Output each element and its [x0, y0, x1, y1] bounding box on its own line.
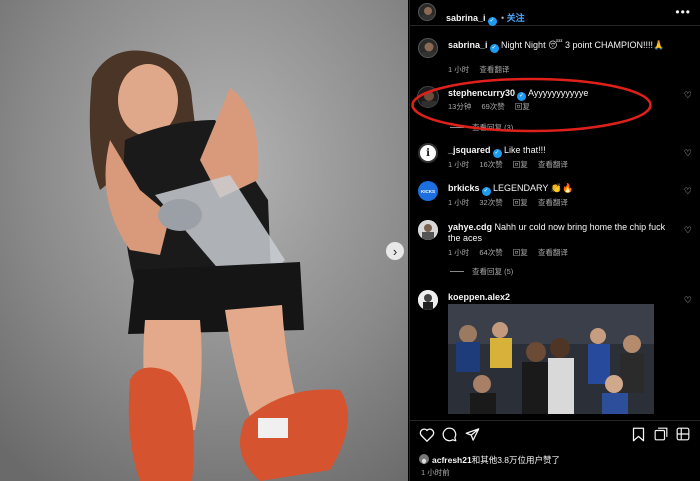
liked-by-username[interactable]: acfresh21 — [432, 455, 472, 465]
comment-likes[interactable]: 32次赞 — [479, 198, 502, 207]
caption-time: 1 小时 — [448, 65, 470, 74]
comment-time: 1 小时 — [448, 198, 470, 207]
liked-by-avatar[interactable] — [419, 454, 429, 464]
caption-avatar[interactable] — [418, 38, 438, 58]
comment-username[interactable]: koeppen.alex2 — [448, 292, 510, 302]
post-timestamp[interactable]: 1 小时前 — [421, 467, 450, 478]
commenter-avatar[interactable]: i — [418, 143, 438, 163]
photo-illustration — [0, 0, 408, 481]
translate-link[interactable]: 查看翻译 — [538, 248, 568, 257]
post-header: sabrina_i ✓ • 关注 ••• — [410, 0, 700, 26]
like-comment-heart-icon[interactable]: ♡ — [684, 295, 692, 306]
comment-likes[interactable]: 16次赞 — [479, 160, 502, 169]
comment-text-block: stephencurry30 ✓ Ayyyyyyyyyyye — [448, 88, 676, 101]
like-comment-heart-icon[interactable]: ♡ — [684, 186, 692, 197]
share-send-icon[interactable] — [465, 427, 480, 442]
reply-button[interactable]: 回复 — [513, 160, 528, 169]
comment-time: 13分钟 — [448, 102, 472, 111]
comment-attached-image[interactable] — [448, 304, 654, 414]
commenter-avatar[interactable]: KICKS — [418, 181, 438, 201]
comment-username[interactable]: yahye.cdg — [448, 222, 492, 232]
next-image-button[interactable]: › — [386, 242, 404, 260]
liked-by-text[interactable]: acfresh21和其他3.8万位用户赞了 — [432, 454, 560, 466]
comment-text: Like that!!! — [504, 145, 546, 155]
comment-text-block: brkicks ✓ LEGENDARY 👏🔥 — [448, 183, 676, 196]
commenter-avatar[interactable] — [418, 220, 438, 240]
comment-bubble-icon[interactable] — [442, 427, 457, 442]
more-options-icon[interactable]: ••• — [675, 5, 691, 19]
reply-button[interactable]: 回复 — [515, 102, 530, 111]
comments-panel: sabrina_i ✓ • 关注 ••• sabrina_i ✓ Night Nig… — [409, 0, 700, 481]
caption-username[interactable]: sabrina_i — [448, 40, 488, 50]
like-comment-heart-icon[interactable]: ♡ — [684, 90, 692, 101]
translate-link[interactable]: 查看翻译 — [538, 198, 568, 207]
remix-icon[interactable] — [654, 427, 668, 441]
reply-button[interactable]: 回复 — [513, 248, 528, 257]
author-avatar[interactable] — [418, 3, 436, 21]
post-actions-footer: acfresh21和其他3.8万位用户赞了 1 小时前 — [410, 420, 700, 481]
caption-meta: 1 小时 查看翻译 — [448, 64, 517, 75]
comment-meta: 1 小时 16次赞 回复 查看翻译 — [448, 159, 576, 170]
comment-username[interactable]: _jsquared — [448, 145, 491, 155]
comment-time: 1 小时 — [448, 160, 470, 169]
verified-badge-icon: ✓ — [487, 17, 497, 26]
author-username[interactable]: sabrina_i — [446, 13, 486, 23]
post-photo[interactable]: › — [0, 0, 408, 481]
view-replies-button[interactable]: 查看回复 (5) — [450, 266, 513, 277]
comment-likes[interactable]: 64次赞 — [479, 248, 502, 257]
bookmark-icon[interactable] — [632, 427, 645, 442]
follow-button[interactable]: 关注 — [507, 13, 525, 23]
commenter-avatar[interactable] — [418, 290, 438, 310]
comment-text: Ayyyyyyyyyyye — [528, 88, 589, 98]
like-post-heart-icon[interactable] — [419, 427, 435, 442]
caption-text-block: sabrina_i ✓ Night Night 😴 3 point CHAMPIO… — [448, 40, 676, 53]
liked-by-rest: 和其他3.8万位用户赞了 — [471, 455, 561, 465]
replies-divider-line — [450, 271, 464, 272]
comment-text-block: _jsquared ✓ Like that!!! — [448, 145, 676, 158]
view-replies-button[interactable]: 查看回复 (3) — [450, 122, 513, 133]
comment-username[interactable]: stephencurry30 — [448, 88, 515, 98]
comment-text-block: yahye.cdg Nahh ur cold now bring home th… — [448, 222, 676, 244]
comment-meta: 1 小时 32次赞 回复 查看翻译 — [448, 197, 576, 208]
like-comment-heart-icon[interactable]: ♡ — [684, 225, 692, 236]
replies-divider-line — [450, 127, 464, 128]
comment-meta: 1 小时 64次赞 回复 查看翻译 — [448, 247, 576, 258]
verified-badge-icon: ✓ — [481, 187, 491, 196]
translate-link[interactable]: 查看翻译 — [538, 160, 568, 169]
chevron-right-icon: › — [392, 243, 398, 259]
translate-link[interactable]: 查看翻译 — [479, 65, 509, 74]
grid-icon[interactable] — [676, 427, 690, 441]
comment-likes[interactable]: 69次赞 — [481, 102, 504, 111]
reply-button[interactable]: 回复 — [513, 198, 528, 207]
like-comment-heart-icon[interactable]: ♡ — [684, 148, 692, 159]
comment-text: LEGENDARY 👏🔥 — [493, 183, 574, 193]
verified-badge-icon: ✓ — [489, 44, 499, 53]
comment-time: 1 小时 — [448, 248, 470, 257]
view-replies-label: 查看回复 (5) — [472, 267, 514, 276]
commenter-avatar[interactable] — [417, 86, 439, 108]
caption-text: Night Night 😴 3 point CHAMPION!!!!🙏 — [501, 40, 665, 50]
view-replies-label: 查看回复 (3) — [472, 123, 514, 132]
comment-text-block: koeppen.alex2 — [448, 292, 676, 303]
verified-badge-icon: ✓ — [517, 92, 527, 101]
comment-meta: 13分钟 69次赞 回复 — [448, 101, 538, 112]
verified-badge-icon: ✓ — [492, 149, 502, 158]
comment-username[interactable]: brkicks — [448, 183, 480, 193]
